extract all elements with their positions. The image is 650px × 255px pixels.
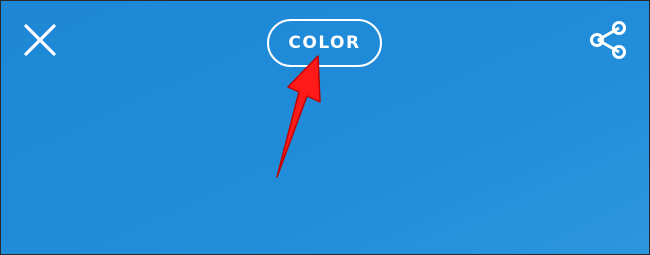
color-mode-button[interactable]: COLOR	[267, 19, 382, 67]
color-mode-label: COLOR	[288, 33, 361, 53]
close-icon	[24, 24, 56, 56]
close-button[interactable]	[20, 20, 60, 60]
share-icon	[590, 21, 626, 59]
share-button[interactable]	[586, 18, 630, 62]
